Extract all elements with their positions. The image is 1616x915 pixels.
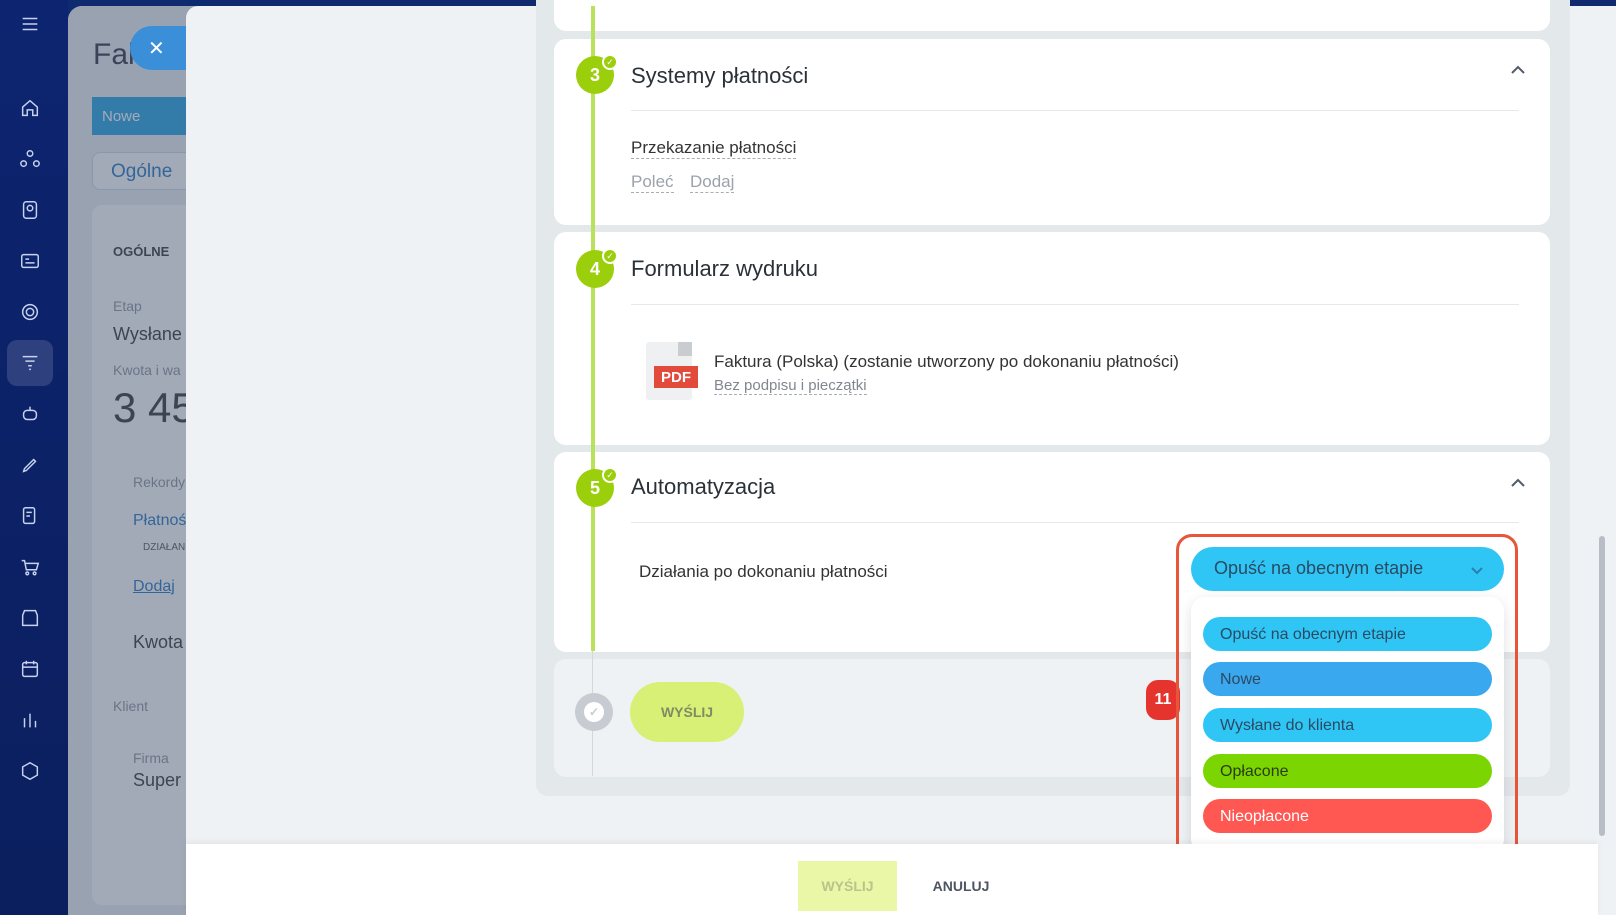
send-step-indicator: ✓: [575, 693, 613, 731]
robot-icon[interactable]: [14, 398, 46, 430]
menu-icon[interactable]: [14, 8, 46, 40]
card-icon[interactable]: [14, 245, 46, 277]
divider: [631, 522, 1519, 523]
timeline-line: [591, 6, 595, 651]
option-leave-current-stage[interactable]: Opuść na obecnym etapie: [1203, 617, 1492, 651]
scrollbar[interactable]: [1599, 536, 1605, 836]
after-payment-actions-label: Działania po dokonaniu płatności: [639, 562, 888, 581]
invoice-document-title[interactable]: Faktura (Polska) (zostanie utworzony po …: [714, 352, 1179, 372]
crm-icon[interactable]: [14, 143, 46, 175]
after-payment-action-select[interactable]: Opuść na obecnym etapie: [1191, 547, 1504, 591]
funnel-icon[interactable]: [7, 340, 53, 386]
option-paid[interactable]: Opłacone: [1203, 754, 1492, 788]
contacts-icon[interactable]: [14, 194, 46, 226]
select-value: Opuść na obecnym etapie: [1214, 558, 1424, 578]
footer-send-button[interactable]: WYŚLIJ: [798, 861, 897, 911]
annotation-badge: 11: [1146, 680, 1180, 720]
collapse-chevron-up-icon[interactable]: [1509, 474, 1527, 492]
pdf-tag: PDF: [654, 366, 698, 388]
hexagon-icon[interactable]: [14, 755, 46, 787]
collapse-chevron-up-icon[interactable]: [1509, 61, 1527, 79]
analytics-icon[interactable]: [14, 704, 46, 736]
add-payment-system-link[interactable]: Dodaj: [690, 172, 735, 193]
left-nav-rail: [0, 0, 68, 915]
payment-transfer-label: Przekazanie płatności: [631, 138, 797, 159]
option-sent-to-client[interactable]: Wysłane do klienta: [1203, 708, 1492, 742]
check-icon: ✓: [584, 702, 604, 722]
home-icon[interactable]: [14, 92, 46, 124]
close-slider-button[interactable]: ✕: [130, 26, 190, 70]
dropdown-menu: Opuść na obecnym etapie Nowe Wysłane do …: [1191, 597, 1504, 853]
step-complete-check-icon: ✓: [602, 467, 618, 483]
option-unpaid[interactable]: Nieopłacone: [1203, 799, 1492, 833]
divider: [631, 304, 1519, 305]
option-new[interactable]: Nowe: [1203, 662, 1492, 696]
pen-icon[interactable]: [14, 449, 46, 481]
step-title-automation: Automatyzacja: [631, 474, 776, 499]
target-icon[interactable]: [14, 296, 46, 328]
send-step-button[interactable]: WYŚLIJ: [630, 682, 744, 742]
cart-icon[interactable]: [14, 551, 46, 583]
divider: [631, 110, 1519, 111]
footer-cancel-button[interactable]: ANULUJ: [916, 861, 1006, 911]
step-complete-check-icon: ✓: [602, 54, 618, 70]
step-title-print-form: Formularz wydruku: [631, 256, 819, 281]
chevron-down-icon: [1470, 561, 1484, 575]
recommend-link[interactable]: Poleć: [631, 172, 674, 193]
document-edit-icon[interactable]: [14, 500, 46, 532]
pdf-file-icon: PDF: [646, 342, 698, 400]
previous-step-card: [554, 0, 1550, 31]
step-complete-check-icon: ✓: [602, 248, 618, 264]
store-icon[interactable]: [14, 602, 46, 634]
calendar-icon[interactable]: [14, 653, 46, 685]
signature-stamp-link[interactable]: Bez podpisu i pieczątki: [714, 377, 867, 395]
step-title-payment-systems: Systemy płatności: [631, 63, 809, 88]
close-icon: ✕: [148, 37, 165, 60]
